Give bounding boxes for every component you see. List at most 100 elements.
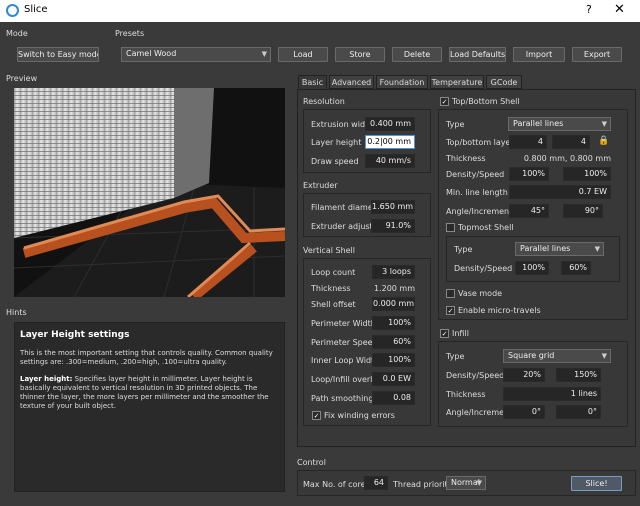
preview-render xyxy=(14,88,285,297)
infill-type-select[interactable]: Square grid ▼ xyxy=(503,349,611,363)
preset-select[interactable]: Camel Wood ▼ xyxy=(121,47,271,62)
chevron-down-icon: ▼ xyxy=(601,352,607,360)
min-line-length-label: Min. line length xyxy=(446,188,508,197)
infill-increment-field[interactable]: 0° xyxy=(556,405,601,419)
vase-mode-checkbox[interactable] xyxy=(446,289,455,298)
path-smoothing-label: Path smoothing xyxy=(311,394,374,403)
bottom-layers-field[interactable]: 4 xyxy=(552,135,590,149)
topmost-speed-field[interactable]: 60% xyxy=(561,261,591,275)
loop-infill-overlap-field[interactable]: 0.0 EW xyxy=(372,372,415,386)
tb-type-select[interactable]: Parallel lines ▼ xyxy=(508,117,611,131)
micro-travels-checkbox[interactable]: ✓ xyxy=(446,306,455,315)
title-bar: Slice ? ✕ xyxy=(0,0,640,22)
slice-button[interactable]: Slice! xyxy=(571,476,622,491)
topmost-shell-checkbox[interactable] xyxy=(446,223,455,232)
infill-density-label: Density/Speed xyxy=(446,371,505,380)
extrusion-width-field[interactable]: 0.400 mm xyxy=(365,117,415,131)
tb-angle-field[interactable]: 45° xyxy=(509,204,549,218)
tb-increment-field[interactable]: 90° xyxy=(563,204,603,218)
load-defaults-button[interactable]: Load Defaults xyxy=(449,47,506,62)
import-button[interactable]: Import xyxy=(513,47,565,62)
vertical-shell-title: Vertical Shell xyxy=(303,246,356,255)
vertical-thickness-value: 1.200 mm xyxy=(373,284,415,293)
topmost-density-field[interactable]: 100% xyxy=(515,261,549,275)
micro-travels-label: Enable micro-travels xyxy=(458,306,541,315)
topmost-type-value: Parallel lines xyxy=(520,244,571,253)
hints-heading: Layer Height settings xyxy=(20,330,130,340)
vase-mode-label: Vase mode xyxy=(458,289,503,298)
perimeter-speed-field[interactable]: 60% xyxy=(372,335,415,349)
help-button[interactable]: ? xyxy=(586,3,592,16)
inner-loop-width-field[interactable]: 100% xyxy=(372,353,415,367)
export-button[interactable]: Export xyxy=(572,47,622,62)
tab-basic[interactable]: Basic xyxy=(298,75,327,89)
window-title: Slice xyxy=(24,4,48,15)
delete-button[interactable]: Delete xyxy=(392,47,442,62)
layer-height-field[interactable]: 0.2|00 mm xyxy=(365,135,415,149)
draw-speed-field[interactable]: 40 mm/s xyxy=(365,154,415,168)
loop-count-field[interactable]: 3 loops xyxy=(372,265,415,279)
hints-paragraph-2: Layer height: Specifies layer height in … xyxy=(20,375,282,411)
preset-select-value: Camel Wood xyxy=(126,49,177,58)
filament-diameter-field[interactable]: 1.650 mm xyxy=(371,200,415,214)
perimeter-width-label: Perimeter Width xyxy=(311,319,376,328)
resolution-title: Resolution xyxy=(303,97,345,106)
chevron-down-icon: ▼ xyxy=(601,120,607,128)
infill-angle-field[interactable]: 0° xyxy=(503,405,545,419)
tb-density-label: Density/Speed xyxy=(446,170,505,179)
control-label: Control xyxy=(297,458,326,467)
shell-offset-field[interactable]: 0.000 mm xyxy=(372,297,415,311)
shell-offset-label: Shell offset xyxy=(311,300,356,309)
tb-type-value: Parallel lines xyxy=(513,119,564,128)
path-smoothing-field[interactable]: 0.08 xyxy=(372,391,415,405)
tb-thickness-value: 0.800 mm, 0.800 mm xyxy=(523,154,611,163)
infill-thickness-label: Thickness xyxy=(446,390,486,399)
top-bottom-shell-checkbox[interactable]: ✓ xyxy=(440,97,449,106)
preview-label: Preview xyxy=(6,74,38,83)
fix-winding-label: Fix winding errors xyxy=(324,411,395,420)
top-layers-field[interactable]: 4 xyxy=(509,135,547,149)
infill-thickness-field[interactable]: 1 lines xyxy=(503,387,601,401)
load-button[interactable]: Load xyxy=(278,47,328,62)
max-cores-field[interactable]: 64 xyxy=(364,476,388,490)
lock-icon[interactable]: 🔒 xyxy=(598,136,609,147)
infill-checkbox[interactable]: ✓ xyxy=(440,329,449,338)
infill-title: Infill xyxy=(452,329,469,338)
hints-panel: Layer Height settings This is the most i… xyxy=(14,322,285,492)
tb-density-field[interactable]: 100% xyxy=(509,167,549,181)
app-logo-icon xyxy=(6,4,19,17)
mode-label: Mode xyxy=(6,29,28,38)
fix-winding-checkbox[interactable]: ✓ xyxy=(312,411,321,420)
hints-term: Layer height: xyxy=(20,375,73,383)
preview-viewport[interactable] xyxy=(14,88,285,297)
top-bottom-shell-title: Top/Bottom Shell xyxy=(452,97,520,106)
infill-speed-field[interactable]: 150% xyxy=(556,368,601,382)
tab-gcode[interactable]: GCode xyxy=(486,75,522,89)
min-line-length-field[interactable]: 0.7 EW xyxy=(509,185,611,199)
hints-paragraph-1: This is the most important setting that … xyxy=(20,349,273,366)
topmost-density-label: Density/Speed xyxy=(454,264,513,273)
extruder-title: Extruder xyxy=(303,181,338,190)
infill-density-field[interactable]: 20% xyxy=(503,368,545,382)
tb-speed-field[interactable]: 100% xyxy=(563,167,611,181)
inner-loop-width-label: Inner Loop Width xyxy=(311,356,380,365)
hints-label: Hints xyxy=(6,308,27,317)
perimeter-width-field[interactable]: 100% xyxy=(372,316,415,330)
vertical-thickness-label: Thickness xyxy=(311,284,351,293)
store-button[interactable]: Store xyxy=(335,47,385,62)
tb-layers-label: Top/bottom layers xyxy=(446,138,518,147)
thread-priority-select[interactable]: Normal ▼ xyxy=(446,476,486,490)
topmost-shell-label: Topmost Shell xyxy=(458,223,514,232)
draw-speed-label: Draw speed xyxy=(311,157,359,166)
tab-advanced[interactable]: Advanced xyxy=(329,75,374,89)
close-icon[interactable]: ✕ xyxy=(614,2,625,17)
extruder-adjust-field[interactable]: 91.0% xyxy=(371,219,415,233)
tab-foundation[interactable]: Foundation xyxy=(376,75,428,89)
thread-priority-value: Normal xyxy=(451,478,480,487)
topmost-type-select[interactable]: Parallel lines ▼ xyxy=(515,242,604,256)
layer-height-label: Layer height xyxy=(311,138,362,147)
presets-label: Presets xyxy=(115,29,145,38)
tb-type-label: Type xyxy=(446,120,465,129)
tab-temperature[interactable]: Temperature xyxy=(430,75,484,89)
switch-easy-mode-button[interactable]: Switch to Easy mode xyxy=(17,47,99,62)
